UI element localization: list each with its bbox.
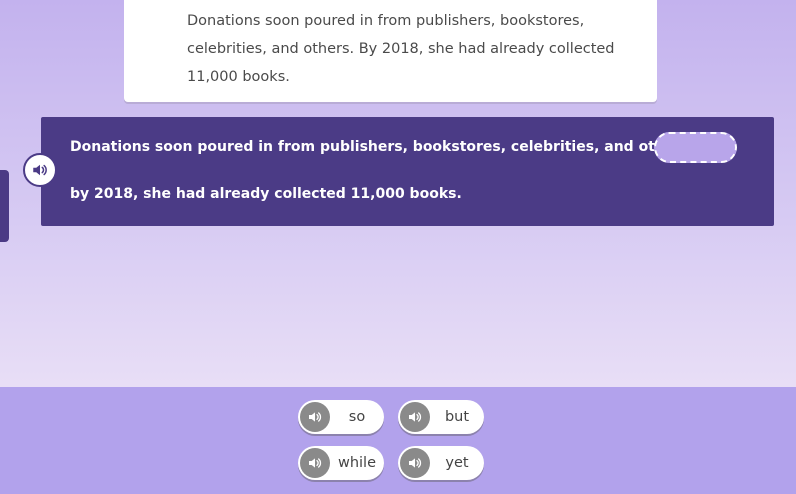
choice-audio-button[interactable] (300, 448, 330, 478)
passage-line: celebrities, and others. By 2018, she ha… (187, 41, 615, 57)
speaker-icon (309, 458, 322, 468)
passage-line: 11,000 books. (187, 69, 290, 85)
choice-so[interactable]: so (298, 400, 384, 434)
choice-yet[interactable]: yet (398, 446, 484, 480)
choice-label: so (348, 409, 366, 425)
choice-audio-button[interactable] (400, 448, 430, 478)
question-audio-button[interactable] (23, 153, 57, 187)
answer-drop-blank[interactable] (654, 132, 737, 163)
choice-while[interactable]: while (298, 446, 384, 480)
choice-but[interactable]: but (398, 400, 484, 434)
answer-choices-tray: so but while yet (0, 387, 796, 494)
passage-card: Donations soon poured in from publishers… (124, 0, 657, 102)
choice-audio-button[interactable] (300, 402, 330, 432)
question-text-line-1: Donations soon poured in from publishers… (70, 139, 695, 155)
speaker-icon (409, 412, 422, 422)
passage-line: Donations soon poured in from publishers… (187, 13, 585, 29)
choice-label: but (444, 409, 470, 425)
speaker-icon (33, 164, 47, 176)
speaker-icon (309, 412, 322, 422)
question-text-line-2: by 2018, she had already collected 11,00… (70, 186, 462, 202)
choice-audio-button[interactable] (400, 402, 430, 432)
side-panel-tab[interactable] (0, 170, 9, 242)
choice-label: while (337, 455, 377, 471)
question-panel: Donations soon poured in from publishers… (41, 117, 774, 226)
choice-label: yet (445, 455, 469, 471)
speaker-icon (409, 458, 422, 468)
